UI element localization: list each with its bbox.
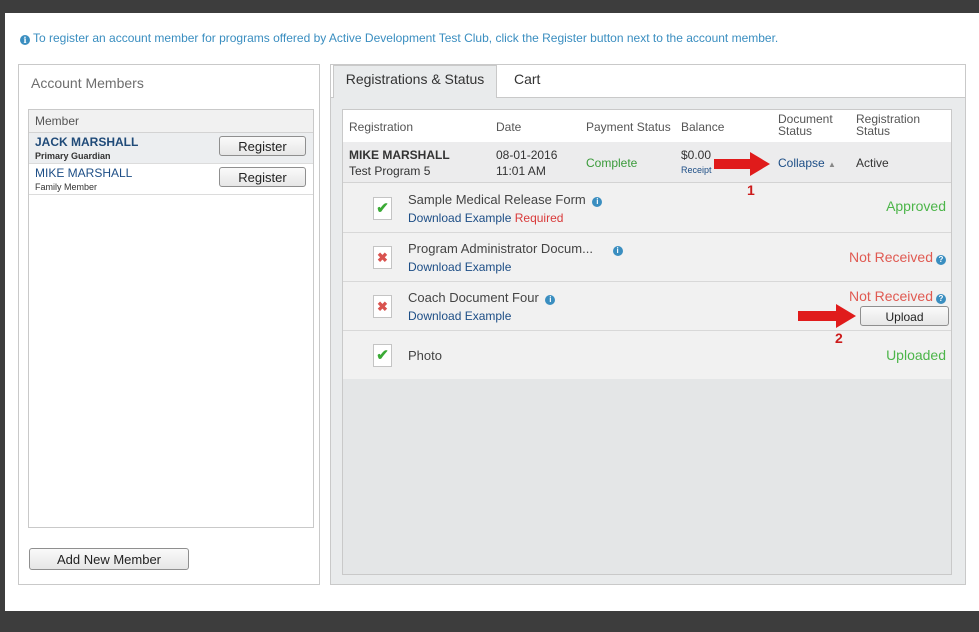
tab-cart[interactable]: Cart [514,71,540,87]
header-payment-status: Payment Status [586,120,671,134]
members-list: Member JACK MARSHALL Primary Guardian Re… [28,109,314,528]
table-header: Registration Date Payment Status Balance… [343,110,951,143]
header-registration: Registration [349,120,414,134]
member-column-header: Member [29,110,313,133]
documents-list: ✔ Sample Medical Release Form i Download… [343,183,951,379]
account-members-title: Account Members [31,75,144,91]
document-title: Coach Document Four i [408,290,556,305]
collapse-label: Collapse [778,156,825,170]
document-title: Photo [408,348,442,363]
annotation-marker-1: 1 [747,182,755,198]
document-row: ✔ Sample Medical Release Form i Download… [343,183,951,233]
status-text: Not Received [848,288,933,304]
check-icon: ✔ [373,197,392,220]
info-icon[interactable]: i [592,197,603,207]
registration-time: 11:01 AM [496,164,546,178]
document-row: ✖ Program Administrator Docum... i Downl… [343,232,951,282]
x-icon: ✖ [373,295,392,318]
upload-button[interactable]: Upload [860,306,949,326]
member-role: Primary Guardian [35,151,111,161]
member-row-jack[interactable]: JACK MARSHALL Primary Guardian Register [29,133,313,164]
member-row-mike[interactable]: MIKE MARSHALL Family Member Register [29,164,313,195]
add-new-member-button[interactable]: Add New Member [29,548,189,570]
document-title: Program Administrator Docum... i [408,241,623,256]
registrations-table: Registration Date Payment Status Balance… [342,109,952,575]
member-name: JACK MARSHALL [35,135,139,149]
registration-program: Test Program 5 [349,164,431,178]
required-label: Required [514,211,564,225]
collapse-link[interactable]: Collapse ▲ [778,156,836,170]
info-icon: i [20,35,30,45]
header-registration-status: Registration Status [856,113,920,137]
annotation-marker-2: 2 [835,330,843,346]
registration-member-name: MIKE MARSHALL [349,148,450,162]
registration-row: MIKE MARSHALL Test Program 5 08-01-2016 … [343,142,951,183]
register-button-jack[interactable]: Register [219,136,306,156]
download-example-link[interactable]: Download Example [408,211,511,225]
registration-date: 08-01-2016 [496,148,558,162]
info-icon[interactable]: i [545,295,556,305]
document-status-uploaded: Uploaded [886,347,946,363]
header-registration-status-line2: Status [856,124,891,138]
document-title: Sample Medical Release Form i [408,192,603,207]
document-title-text: Coach Document Four [408,290,539,305]
document-row: ✔ Photo Uploaded [343,330,951,379]
tab-bar: Registrations & Status Cart [331,65,965,98]
register-button-mike[interactable]: Register [219,167,306,187]
document-download-row: Download Example Required [408,211,563,225]
payment-status: Complete [586,156,638,170]
member-role: Family Member [35,182,98,192]
header-document-status-line2: Status [778,124,813,138]
x-icon: ✖ [373,246,392,269]
download-example-link[interactable]: Download Example [408,309,511,323]
header-date: Date [496,120,522,134]
help-icon[interactable]: ? [936,294,946,304]
help-icon[interactable]: ? [936,255,946,265]
status-text: Not Received [848,249,933,265]
document-status-not-received: Not Received? [849,249,946,265]
header-document-status: Document Status [778,113,833,137]
info-icon[interactable]: i [612,246,623,256]
check-icon: ✔ [373,344,392,367]
document-title-text: Sample Medical Release Form [408,192,586,207]
member-name: MIKE MARSHALL [35,166,133,180]
receipt-link[interactable]: Receipt [681,165,712,175]
registrations-card: Registrations & Status Cart Registration… [330,64,966,585]
tab-registrations-status[interactable]: Registrations & Status [333,65,497,98]
document-status-not-received: Not Received? [849,288,946,304]
header-balance: Balance [681,120,725,134]
caret-up-icon: ▲ [828,160,836,169]
download-example-link[interactable]: Download Example [408,260,511,274]
account-members-card: Account Members Member JACK MARSHALL Pri… [18,64,320,585]
document-status-approved: Approved [886,198,946,214]
document-title-text: Program Administrator Docum... [408,241,593,256]
info-message: i To register an account member for progr… [20,31,778,45]
document-row: ✖ Coach Document Four i Download Example… [343,281,951,331]
registration-status: Active [856,156,889,170]
balance-amount: $0.00 [681,148,712,162]
info-text: To register an account member for progra… [33,31,779,45]
arrow-right-icon [714,152,770,176]
arrow-right-icon [798,304,856,328]
